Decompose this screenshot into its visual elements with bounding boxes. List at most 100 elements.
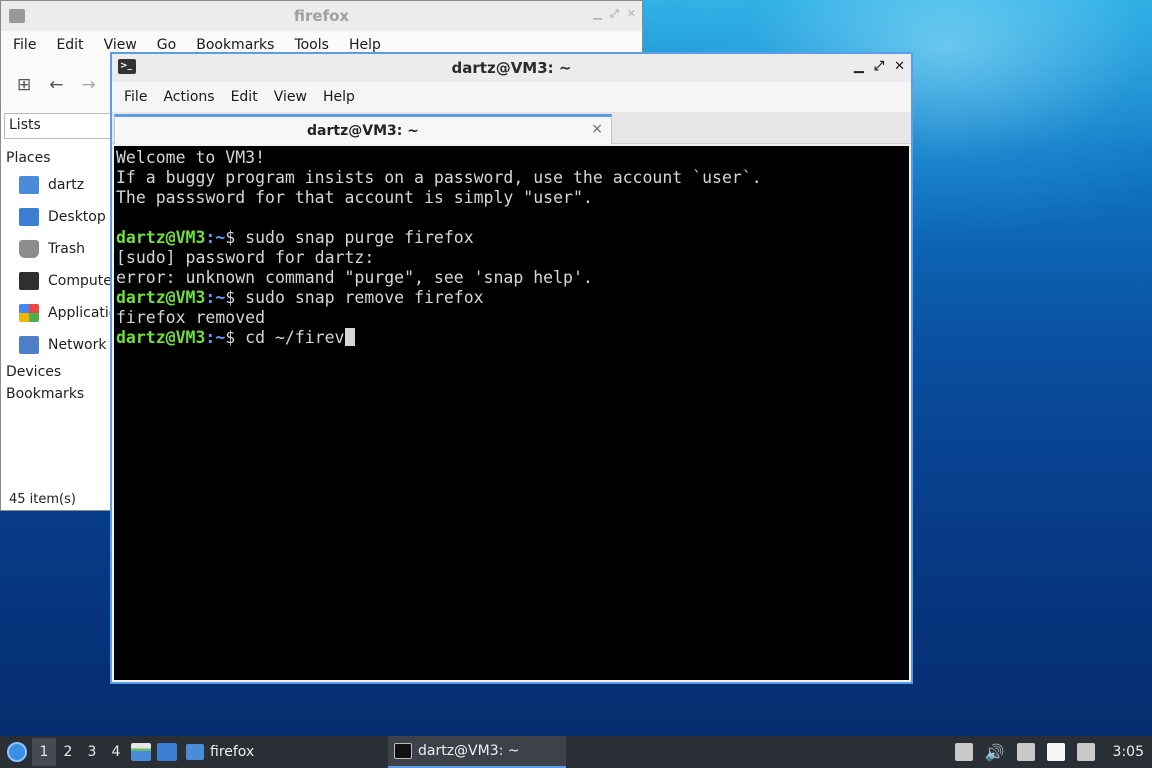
network-icon bbox=[19, 336, 39, 354]
task-label: dartz@VM3: ~ bbox=[418, 743, 520, 759]
file-manager-titlebar[interactable]: firefox ▁ ⤢ ✕ bbox=[1, 1, 642, 31]
notification-icon[interactable] bbox=[1076, 743, 1095, 761]
terminal-icon bbox=[394, 743, 412, 759]
menu-tools[interactable]: Tools bbox=[286, 37, 337, 53]
folder-icon bbox=[9, 9, 25, 23]
close-icon[interactable]: ✕ bbox=[894, 59, 905, 74]
status-bar-item-count: 45 item(s) bbox=[9, 492, 76, 507]
workspace-4[interactable]: 4 bbox=[104, 744, 128, 760]
terminal-line: If a buggy program insists on a password… bbox=[116, 168, 762, 187]
network-tray-icon[interactable] bbox=[1016, 743, 1035, 761]
computer-icon bbox=[19, 272, 39, 290]
maximize-icon[interactable]: ⤢ bbox=[610, 7, 619, 21]
clipboard-icon[interactable] bbox=[1046, 743, 1065, 761]
sidebar-item-label: Network bbox=[48, 337, 107, 353]
applications-icon bbox=[19, 304, 39, 322]
menu-help[interactable]: Help bbox=[341, 37, 389, 53]
devices-header[interactable]: Devices bbox=[1, 361, 113, 383]
update-notifier-icon[interactable] bbox=[954, 743, 973, 761]
taskbar-task-terminal[interactable]: dartz@VM3: ~ bbox=[388, 736, 566, 768]
terminal-line: The passsword for that account is simply… bbox=[116, 188, 593, 207]
volume-icon[interactable]: 🔊 bbox=[985, 743, 1005, 762]
minimize-icon[interactable]: ▁ bbox=[594, 7, 602, 21]
new-tab-icon[interactable]: ⊞ bbox=[17, 75, 31, 95]
tab-label: dartz@VM3: ~ bbox=[307, 122, 419, 139]
home-folder-icon bbox=[19, 176, 39, 194]
taskbar-task-firefox-folder[interactable]: firefox bbox=[180, 736, 260, 768]
prompt-sign: $ bbox=[225, 288, 246, 307]
sidebar-item-label: dartz bbox=[48, 177, 85, 193]
clock[interactable]: 3:05 bbox=[1113, 744, 1144, 760]
menu-view[interactable]: View bbox=[266, 89, 315, 105]
side-pane-selector[interactable]: Lists bbox=[4, 113, 112, 139]
sidebar-item-computer[interactable]: Computer bbox=[1, 265, 118, 297]
minimize-icon[interactable]: ▁ bbox=[854, 59, 864, 74]
menu-edit[interactable]: Edit bbox=[223, 89, 266, 105]
prompt-path: :~ bbox=[205, 288, 226, 307]
terminal-icon: >_ bbox=[118, 59, 136, 74]
terminal-titlebar[interactable]: >_ dartz@VM3: ~ ▁ ⤢ ✕ bbox=[112, 54, 911, 82]
places-header[interactable]: Places bbox=[1, 147, 113, 169]
terminal-command: sudo snap purge firefox bbox=[245, 228, 474, 247]
terminal-tab[interactable]: dartz@VM3: ~ × bbox=[114, 114, 612, 144]
terminal-command: sudo snap remove firefox bbox=[245, 288, 484, 307]
back-arrow-icon[interactable]: ← bbox=[49, 75, 63, 95]
terminal-window: >_ dartz@VM3: ~ ▁ ⤢ ✕ File Actions Edit … bbox=[110, 52, 913, 684]
terminal-title: dartz@VM3: ~ bbox=[451, 59, 572, 77]
trash-icon bbox=[19, 240, 39, 258]
terminal-prompt-line: dartz@VM3:~$ cd ~/firev bbox=[116, 328, 907, 348]
prompt-user: dartz@VM3 bbox=[116, 228, 206, 247]
desktop-icon bbox=[19, 208, 39, 226]
sidebar-item-home[interactable]: dartz bbox=[1, 169, 113, 201]
sidebar-item-trash[interactable]: Trash bbox=[1, 233, 113, 265]
menu-go[interactable]: Go bbox=[149, 37, 184, 53]
terminal-prompt-line: dartz@VM3:~$ sudo snap remove firefox bbox=[116, 288, 907, 308]
folder-icon bbox=[186, 744, 204, 760]
workspace-1[interactable]: 1 bbox=[32, 738, 56, 766]
file-manager-launcher-icon[interactable] bbox=[131, 743, 151, 761]
window-controls: ▁ ⤢ ✕ bbox=[594, 7, 637, 21]
prompt-path: :~ bbox=[205, 228, 226, 247]
menu-file[interactable]: File bbox=[5, 37, 44, 53]
terminal-output[interactable]: Welcome to VM3! If a buggy program insist… bbox=[114, 146, 909, 680]
forward-arrow-icon[interactable]: → bbox=[82, 75, 96, 95]
menu-help[interactable]: Help bbox=[315, 89, 363, 105]
file-manager-sidebar: Places dartz Desktop Trash Computer Appl… bbox=[1, 147, 134, 405]
menu-edit[interactable]: Edit bbox=[48, 37, 91, 53]
start-menu-button[interactable] bbox=[2, 737, 32, 767]
file-manager-title: firefox bbox=[293, 7, 350, 25]
sidebar-item-label: Trash bbox=[48, 241, 85, 257]
menu-view[interactable]: View bbox=[96, 37, 145, 53]
prompt-path: :~ bbox=[205, 328, 226, 347]
terminal-line: [sudo] password for dartz: bbox=[116, 248, 375, 267]
window-controls: ▁ ⤢ ✕ bbox=[854, 59, 905, 74]
prompt-sign: $ bbox=[225, 228, 246, 247]
workspace-2[interactable]: 2 bbox=[56, 744, 80, 760]
bookmarks-header[interactable]: Bookmarks bbox=[1, 383, 113, 405]
prompt-sign: $ bbox=[225, 328, 246, 347]
task-label: firefox bbox=[210, 744, 255, 760]
terminal-tabbar: dartz@VM3: ~ × bbox=[112, 112, 911, 144]
lubuntu-logo-icon bbox=[7, 742, 27, 762]
show-desktop-icon[interactable] bbox=[157, 743, 177, 761]
sidebar-item-network[interactable]: Network bbox=[1, 329, 113, 361]
sidebar-item-desktop[interactable]: Desktop bbox=[1, 201, 113, 233]
terminal-prompt-line: dartz@VM3:~$ sudo snap purge firefox bbox=[116, 228, 907, 248]
tab-close-icon[interactable]: × bbox=[591, 121, 603, 137]
sidebar-item-label: Computer bbox=[48, 273, 118, 289]
sidebar-item-applications[interactable]: Applications bbox=[1, 297, 134, 329]
system-tray: 🔊 3:05 bbox=[954, 736, 1152, 768]
menu-actions[interactable]: Actions bbox=[155, 89, 222, 105]
terminal-line: firefox removed bbox=[116, 308, 266, 327]
close-icon[interactable]: ✕ bbox=[627, 7, 636, 21]
menu-bookmarks[interactable]: Bookmarks bbox=[188, 37, 282, 53]
taskbar: 1 2 3 4 firefox dartz@VM3: ~ 🔊 3:05 bbox=[0, 736, 1152, 768]
terminal-current-input: cd ~/firev bbox=[245, 328, 345, 347]
sidebar-item-label: Desktop bbox=[48, 209, 106, 225]
terminal-cursor bbox=[344, 328, 355, 346]
prompt-user: dartz@VM3 bbox=[116, 288, 206, 307]
workspace-3[interactable]: 3 bbox=[80, 744, 104, 760]
menu-file[interactable]: File bbox=[116, 89, 155, 105]
maximize-icon[interactable]: ⤢ bbox=[874, 59, 884, 74]
